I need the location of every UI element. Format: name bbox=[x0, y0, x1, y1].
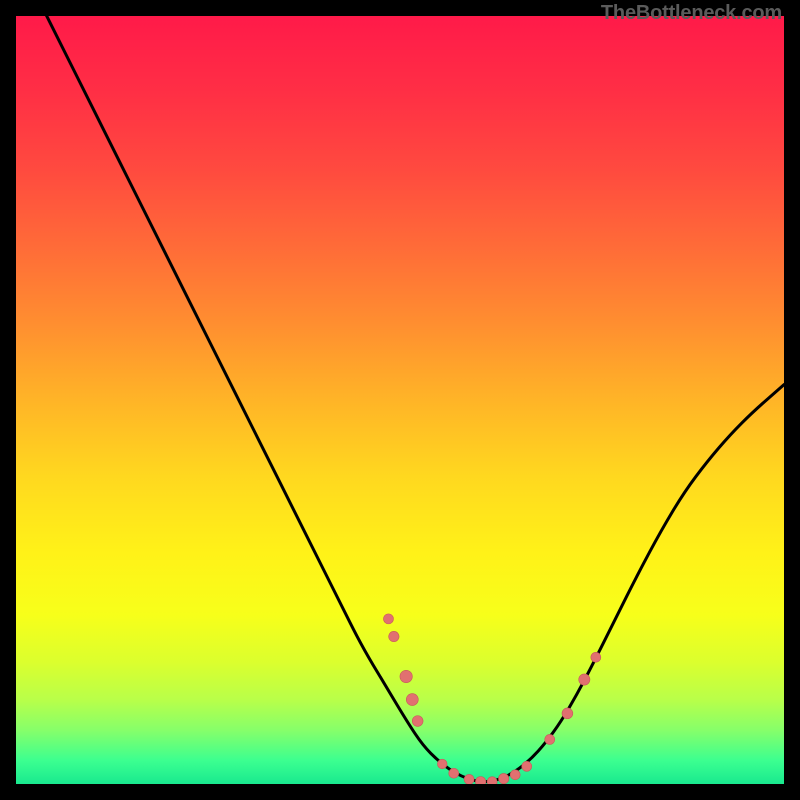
sample-dot bbox=[591, 652, 601, 662]
gradient-background bbox=[16, 16, 784, 784]
sample-dot bbox=[498, 773, 508, 783]
sample-dot bbox=[389, 631, 399, 641]
sample-dot bbox=[464, 774, 474, 784]
sample-dot bbox=[412, 716, 423, 727]
sample-dot bbox=[437, 759, 447, 769]
watermark-text: TheBottleneck.com bbox=[601, 2, 782, 25]
sample-dot bbox=[400, 670, 412, 682]
sample-dot bbox=[510, 770, 520, 780]
sample-dot bbox=[579, 674, 590, 685]
sample-dot bbox=[449, 768, 459, 778]
sample-dot bbox=[475, 776, 485, 784]
sample-dot bbox=[487, 777, 497, 784]
sample-dot bbox=[522, 761, 532, 771]
sample-dot bbox=[383, 614, 393, 624]
chart-canvas bbox=[16, 16, 784, 784]
plot-area bbox=[16, 16, 784, 784]
sample-dot bbox=[406, 694, 418, 706]
sample-dot bbox=[562, 708, 573, 719]
sample-dot bbox=[545, 734, 555, 744]
